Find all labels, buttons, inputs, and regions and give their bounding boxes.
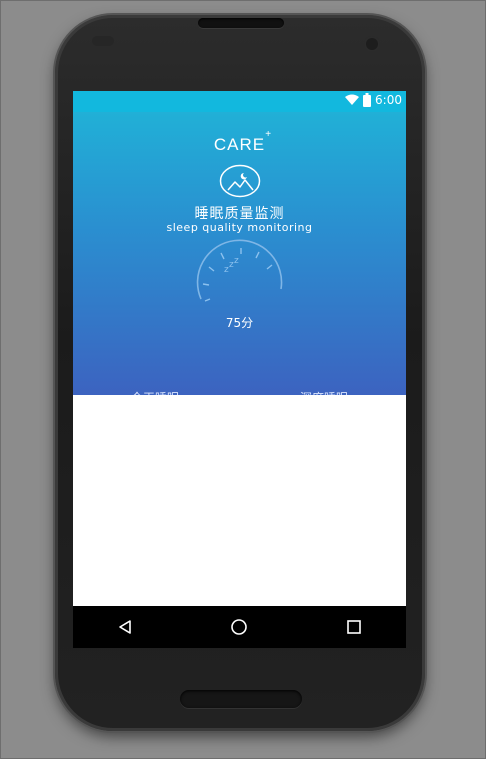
recents-icon: [347, 620, 361, 634]
status-bar: 6:00: [73, 91, 406, 112]
device-screen: 6:00 CARE + 睡眠质量监测 sleep quality monitor…: [73, 91, 406, 648]
wifi-icon: [345, 94, 360, 105]
content-area: [73, 395, 406, 606]
top-speaker: [198, 18, 284, 28]
home-button[interactable]: [227, 615, 251, 639]
hero-panel: 6:00 CARE + 睡眠质量监测 sleep quality monitor…: [73, 91, 406, 399]
navigation-bar: [73, 606, 406, 648]
status-time: 6:00: [375, 93, 402, 107]
page-subtitle: sleep quality monitoring: [166, 221, 313, 234]
recents-button[interactable]: [342, 615, 366, 639]
sleep-score: 75分: [225, 316, 254, 330]
back-icon: [119, 620, 131, 634]
brand-superscript: +: [265, 129, 273, 140]
front-camera: [366, 38, 378, 50]
page-title: 睡眠质量监测: [194, 206, 285, 222]
bottom-speaker: [180, 690, 302, 708]
back-button[interactable]: [113, 615, 137, 639]
battery-icon: [363, 93, 372, 107]
brand-logo: CARE +: [73, 129, 406, 155]
brand-text: CARE: [213, 135, 266, 154]
home-icon: [231, 619, 247, 635]
svg-text:z: z: [234, 256, 239, 266]
proximity-sensor: [92, 36, 114, 46]
moon-mountain-icon: [219, 164, 261, 198]
zzz-icon: z z z: [224, 256, 239, 275]
